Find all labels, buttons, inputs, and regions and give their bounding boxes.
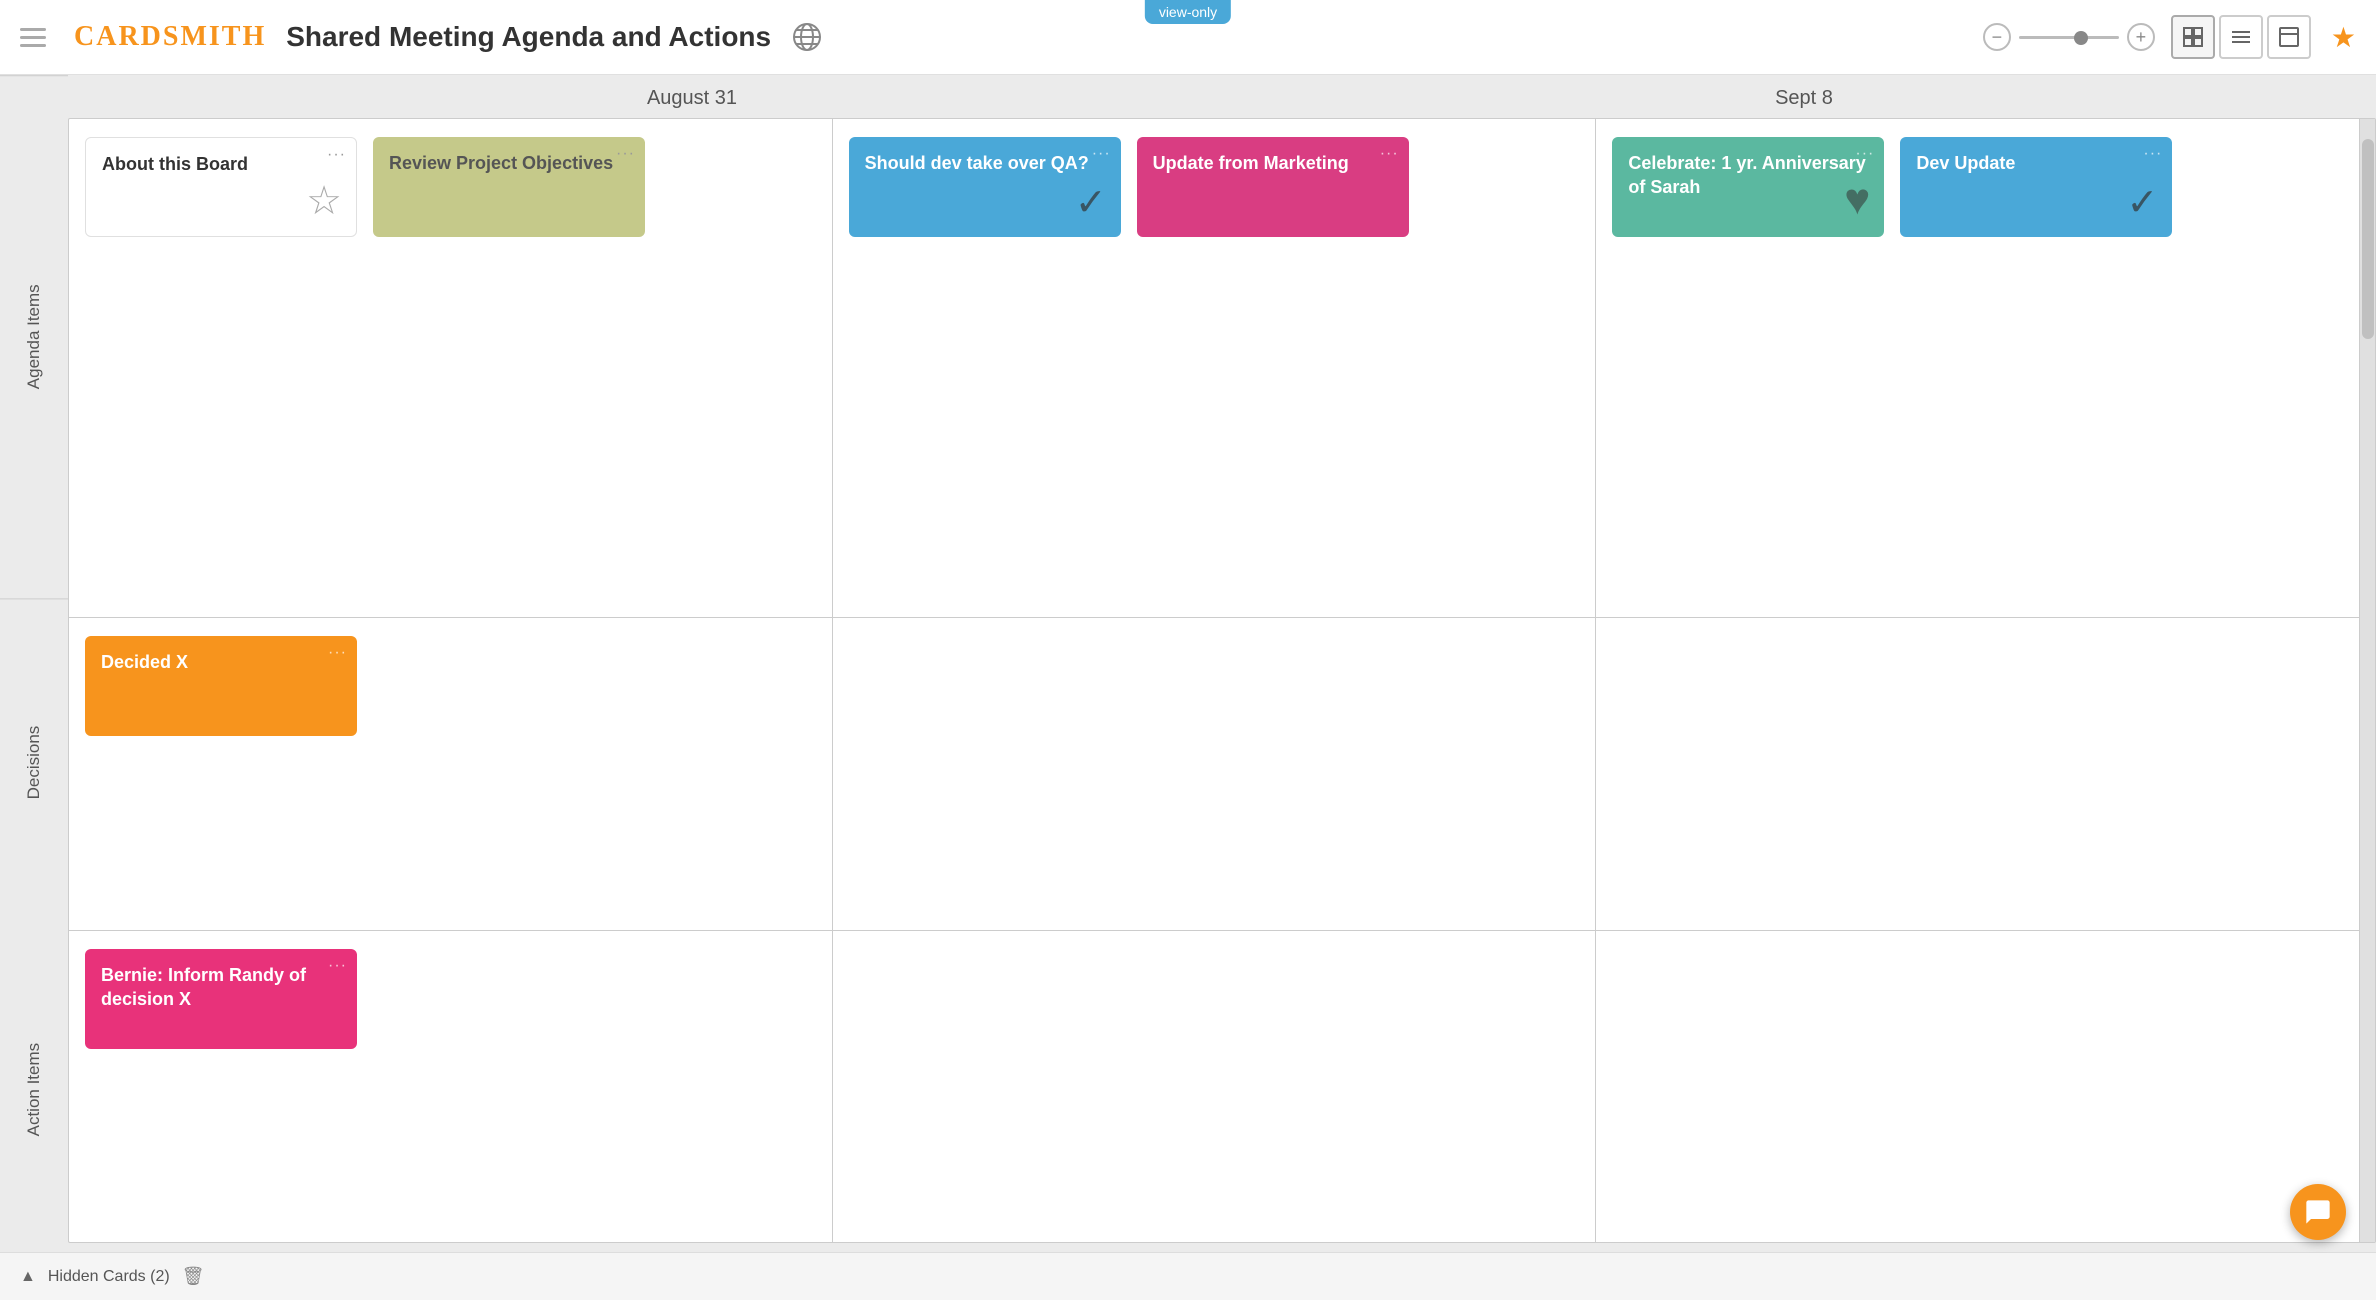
card-title: Review Project Objectives	[389, 151, 629, 175]
agenda-row: ··· About this Board ☆ ··· Review Projec…	[69, 119, 2359, 618]
row-labels: Agenda Items Decisions Action Items	[0, 75, 68, 1252]
card-menu-dots[interactable]: ···	[328, 957, 347, 975]
card-title: About this Board	[102, 152, 340, 176]
agenda-aug31-col2-cell: ··· Should dev take over QA? ✓ ··· Updat…	[833, 119, 1597, 617]
logo: CARDSMITH	[74, 21, 266, 53]
actions-row: ··· Bernie: Inform Randy of decision X	[69, 931, 2359, 1242]
row-label-decisions: Decisions	[0, 598, 68, 925]
view-buttons	[2171, 15, 2311, 59]
checkmark-icon: ✓	[1075, 180, 1107, 225]
decisions-aug31-col2-cell	[833, 618, 1597, 929]
card-menu-dots[interactable]: ···	[1380, 145, 1399, 163]
trash-icon[interactable]: 🗑	[182, 1266, 205, 1287]
card-title: Update from Marketing	[1153, 151, 1393, 175]
row-label-actions: Action Items	[0, 926, 68, 1252]
card-menu-dots[interactable]: ···	[1855, 145, 1874, 163]
bottom-bar: ▲ Hidden Cards (2) 🗑	[0, 1252, 2376, 1300]
scrollbar-thumb[interactable]	[2362, 139, 2374, 339]
checkmark-icon: ✓	[2127, 180, 2159, 225]
zoom-slider[interactable]	[2019, 36, 2119, 39]
card-celebrate[interactable]: ··· Celebrate: 1 yr. Anniversary of Sara…	[1612, 137, 1884, 237]
header: CARDSMITH Shared Meeting Agenda and Acti…	[0, 0, 2376, 75]
card-view-button[interactable]	[2267, 15, 2311, 59]
card-dev-update[interactable]: ··· Dev Update ✓	[1900, 137, 2172, 237]
decisions-row: ··· Decided X	[69, 618, 2359, 930]
card-title: Dev Update	[1916, 151, 2156, 175]
chat-bubble[interactable]	[2290, 1184, 2346, 1240]
list-view-button[interactable]	[2219, 15, 2263, 59]
card-title: Should dev take over QA?	[865, 151, 1105, 175]
actions-sep8-cell	[1596, 931, 2359, 1242]
column-header-aug31: August 31	[136, 87, 1248, 110]
card-menu-dots[interactable]: ···	[616, 145, 635, 163]
card-about-board[interactable]: ··· About this Board ☆	[85, 137, 357, 237]
agenda-sep8-cell: ··· Celebrate: 1 yr. Anniversary of Sara…	[1596, 119, 2359, 617]
card-should-dev[interactable]: ··· Should dev take over QA? ✓	[849, 137, 1121, 237]
card-review-project[interactable]: ··· Review Project Objectives	[373, 137, 645, 237]
menu-icon[interactable]	[20, 19, 56, 55]
heart-icon: ♥	[1844, 175, 1870, 225]
board-area: August 31 Sept 8 Agenda Items Decisions …	[0, 75, 2376, 1252]
zoom-control: − +	[1983, 23, 2155, 51]
card-bernie-inform[interactable]: ··· Bernie: Inform Randy of decision X	[85, 949, 357, 1049]
card-update-marketing[interactable]: ··· Update from Marketing	[1137, 137, 1409, 237]
decisions-sep8-cell	[1596, 618, 2359, 929]
actions-aug31-col2-cell	[833, 931, 1597, 1242]
zoom-slider-thumb	[2074, 31, 2088, 45]
column-headers: August 31 Sept 8	[0, 75, 2376, 118]
card-title: Decided X	[101, 650, 341, 674]
card-menu-dots[interactable]: ···	[1092, 145, 1111, 163]
actions-aug31-cell: ··· Bernie: Inform Randy of decision X	[69, 931, 833, 1242]
card-title: Celebrate: 1 yr. Anniversary of Sarah	[1628, 151, 1868, 200]
zoom-out-button[interactable]: −	[1983, 23, 2011, 51]
star-icon: ☆	[306, 178, 342, 224]
agenda-aug31-cell: ··· About this Board ☆ ··· Review Projec…	[69, 119, 833, 617]
column-header-sep8: Sept 8	[1248, 87, 2360, 110]
decisions-aug31-cell: ··· Decided X	[69, 618, 833, 929]
card-decided-x[interactable]: ··· Decided X	[85, 636, 357, 736]
card-menu-dots[interactable]: ···	[2143, 145, 2162, 163]
card-menu-dots[interactable]: ···	[328, 644, 347, 662]
header-controls: − +	[1983, 15, 2356, 59]
zoom-in-button[interactable]: +	[2127, 23, 2155, 51]
favorite-star-icon[interactable]: ★	[2331, 21, 2356, 54]
row-label-agenda: Agenda Items	[0, 75, 68, 598]
hidden-cards-arrow[interactable]: ▲	[20, 1268, 36, 1286]
card-menu-dots[interactable]: ···	[327, 146, 346, 164]
grid-view-button[interactable]	[2171, 15, 2215, 59]
globe-icon[interactable]	[789, 19, 825, 55]
view-only-badge: view-only	[1145, 0, 1231, 24]
card-title: Bernie: Inform Randy of decision X	[101, 963, 341, 1012]
hidden-cards-text: Hidden Cards (2)	[48, 1268, 170, 1286]
grid-content: ··· About this Board ☆ ··· Review Projec…	[69, 119, 2359, 1242]
board-title: Shared Meeting Agenda and Actions	[286, 21, 771, 53]
scrollbar[interactable]	[2359, 119, 2375, 1242]
